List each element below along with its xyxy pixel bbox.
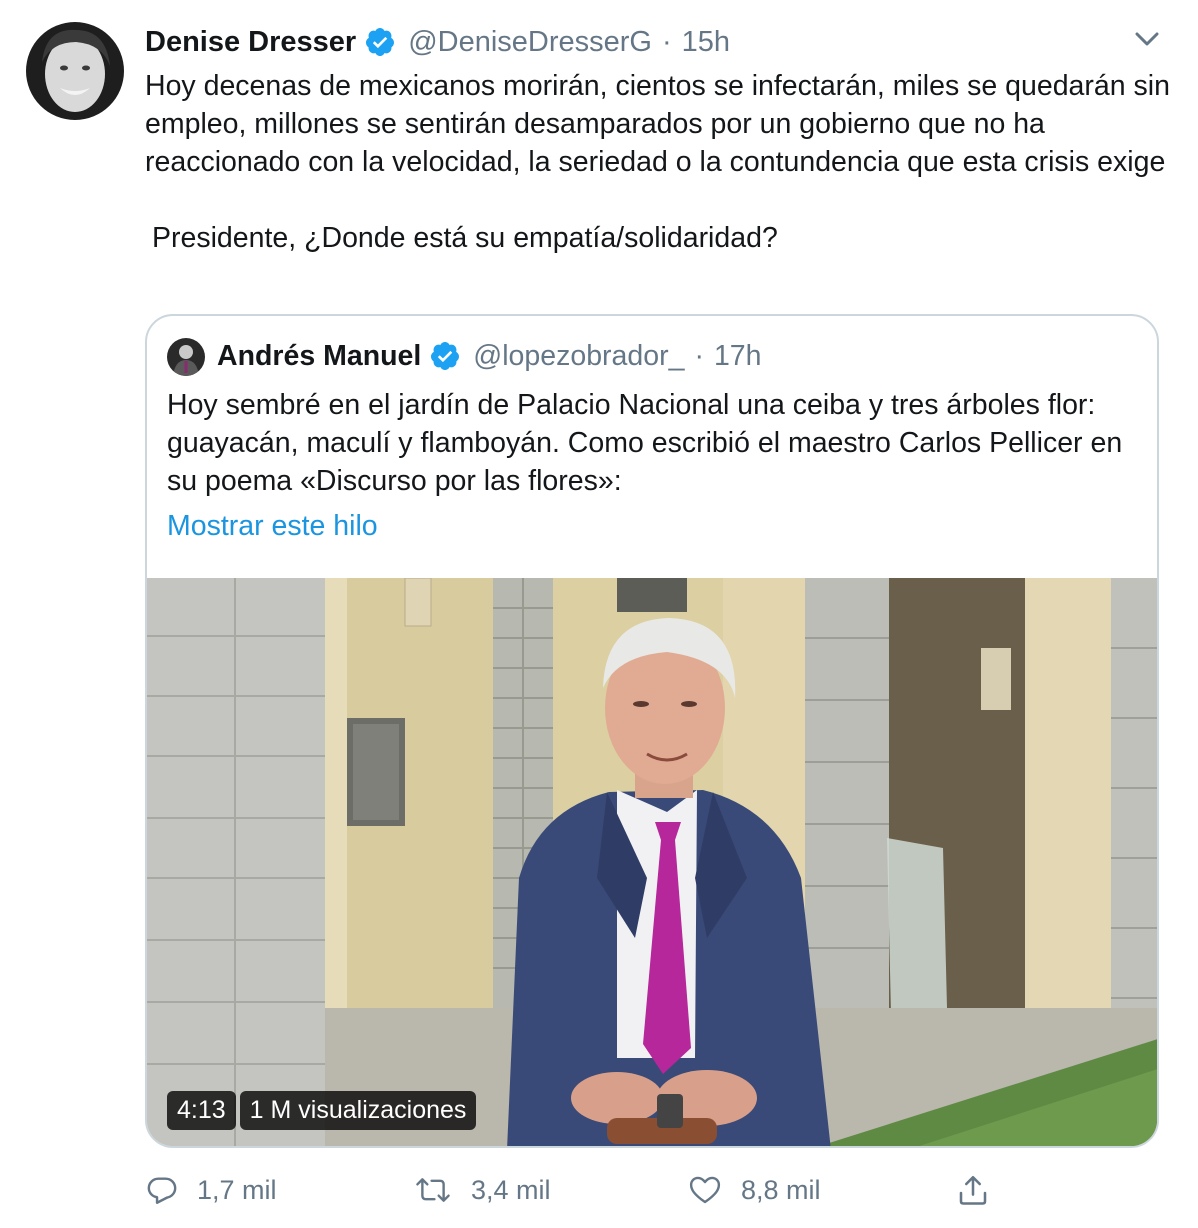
tweet-text-paragraph-2: Presidente, ¿Donde está su empatía/solid… — [152, 222, 778, 254]
author-name[interactable]: Denise Dresser — [145, 26, 356, 59]
tweet-text: Hoy decenas de mexicanos morirán, ciento… — [145, 67, 1175, 257]
tweet-header: Denise Dresser @DeniseDresserG · 15h — [145, 24, 730, 60]
author-avatar[interactable] — [26, 22, 124, 120]
retweet-button[interactable]: 3,4 mil — [413, 1168, 551, 1212]
share-icon — [955, 1172, 991, 1208]
like-icon — [687, 1173, 723, 1207]
verified-icon — [364, 26, 396, 58]
quoted-author-avatar[interactable] — [167, 338, 205, 376]
tweet-timestamp[interactable]: 15h — [682, 26, 730, 59]
verified-icon — [429, 340, 461, 372]
quoted-tweet-text-body: Hoy sembré en el jardín de Palacio Nacio… — [167, 389, 1123, 497]
separator-dot: · — [694, 339, 704, 372]
retweet-icon — [413, 1173, 453, 1207]
quoted-tweet-text: Hoy sembré en el jardín de Palacio Nacio… — [167, 386, 1147, 500]
show-thread-link[interactable]: Mostrar este hilo — [167, 510, 378, 543]
tweet-text-paragraph-1: Hoy decenas de mexicanos morirán, ciento… — [145, 70, 1170, 178]
video-player[interactable]: 4:13 1 M visualizaciones — [147, 578, 1157, 1146]
like-button[interactable]: 8,8 mil — [687, 1168, 821, 1212]
video-views-badge: 1 M visualizaciones — [239, 1091, 477, 1130]
quoted-tweet-timestamp[interactable]: 17h — [714, 340, 762, 373]
video-duration-badge: 4:13 — [167, 1091, 236, 1130]
caret-down-icon[interactable] — [1132, 28, 1162, 50]
video-thumbnail — [147, 578, 1157, 1146]
quoted-author-handle[interactable]: @lopezobrador_ — [473, 340, 684, 373]
separator-dot: · — [661, 25, 672, 58]
author-handle[interactable]: @DeniseDresserG — [408, 26, 652, 59]
like-count: 8,8 mil — [741, 1174, 821, 1205]
quoted-tweet[interactable]: Andrés Manuel @lopezobrador_ · 17h Hoy s… — [145, 314, 1159, 1148]
share-button[interactable] — [955, 1168, 991, 1212]
reply-button[interactable]: 1,7 mil — [145, 1168, 277, 1212]
quoted-tweet-header: Andrés Manuel @lopezobrador_ · 17h — [217, 336, 762, 376]
tweet[interactable]: Denise Dresser @DeniseDresserG · 15h Hoy… — [0, 0, 1198, 1228]
reply-icon — [145, 1173, 179, 1207]
tweet-actions: 1,7 mil 3,4 mil 8,8 mil — [145, 1168, 1159, 1212]
video-badges: 4:13 1 M visualizaciones — [167, 1091, 477, 1130]
retweet-count: 3,4 mil — [471, 1174, 551, 1205]
reply-count: 1,7 mil — [197, 1174, 277, 1205]
quoted-author-name[interactable]: Andrés Manuel — [217, 340, 421, 373]
